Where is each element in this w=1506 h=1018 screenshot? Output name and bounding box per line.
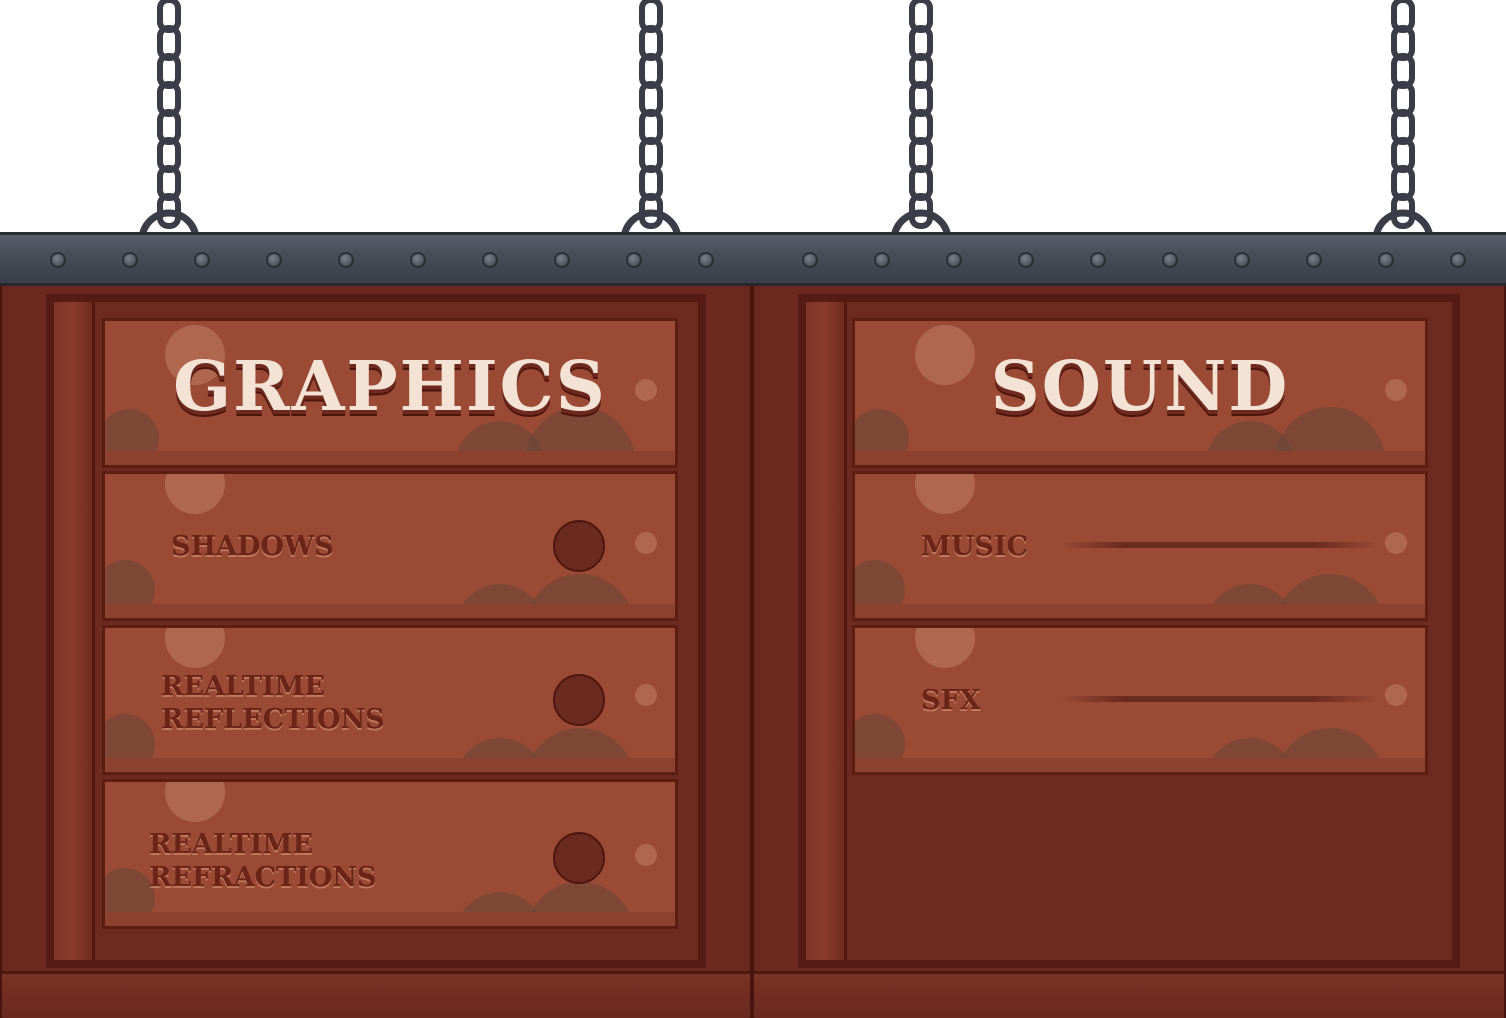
rivet-icon [802,252,818,268]
sound-panel: SOUND MUSIC SFX [752,232,1506,1018]
realtime-refractions-toggle[interactable] [553,832,605,884]
shadows-toggle[interactable] [553,520,605,572]
sound-title: SOUND [990,347,1290,427]
rivet-icon [874,252,890,268]
wooden-post [54,302,95,960]
rivet-icon [122,252,138,268]
setting-row-sfx: SFX [852,625,1428,775]
rivet-icon [338,252,354,268]
rivet-icon [1306,252,1322,268]
wooden-post [806,302,847,960]
realtime-reflections-toggle[interactable] [553,674,605,726]
chain-icon [1372,0,1434,241]
chain-icon [890,0,952,241]
rivet-icon [266,252,282,268]
setting-row-realtime-refractions: REALTIME REFRACTIONS [102,779,678,929]
rivet-icon [554,252,570,268]
rivet-icon [194,252,210,268]
chain-icon [138,0,200,241]
metal-rail [752,232,1506,286]
setting-label-sfx: SFX [921,685,981,716]
metal-rail [0,232,786,286]
rivet-icon [626,252,642,268]
setting-label-realtime-refractions: REALTIME REFRACTIONS [149,829,377,893]
rivet-icon [1162,252,1178,268]
setting-row-realtime-reflections: REALTIME REFLECTIONS [102,625,678,775]
sfx-volume-slider[interactable] [1061,696,1377,702]
music-volume-slider[interactable] [1061,542,1377,548]
rivet-icon [1018,252,1034,268]
graphics-title: GRAPHICS [173,347,607,427]
rivet-icon [410,252,426,268]
setting-label-music: MUSIC [921,531,1029,562]
graphics-title-plank: GRAPHICS [102,318,678,468]
graphics-panel: GRAPHICS SHADOWS REALTIME REFLECTIONS RE… [0,232,786,1018]
rivet-icon [946,252,962,268]
rivet-icon [482,252,498,268]
chain-icon [620,0,682,241]
setting-label-shadows: SHADOWS [171,531,334,562]
rivet-icon [1450,252,1466,268]
rivet-icon [50,252,66,268]
rivet-icon [1090,252,1106,268]
sound-title-plank: SOUND [852,318,1428,468]
setting-label-realtime-reflections: REALTIME REFLECTIONS [161,671,385,735]
rivet-icon [1378,252,1394,268]
rivet-icon [698,252,714,268]
rivet-icon [1234,252,1250,268]
setting-row-music: MUSIC [852,471,1428,621]
setting-row-shadows: SHADOWS [102,471,678,621]
